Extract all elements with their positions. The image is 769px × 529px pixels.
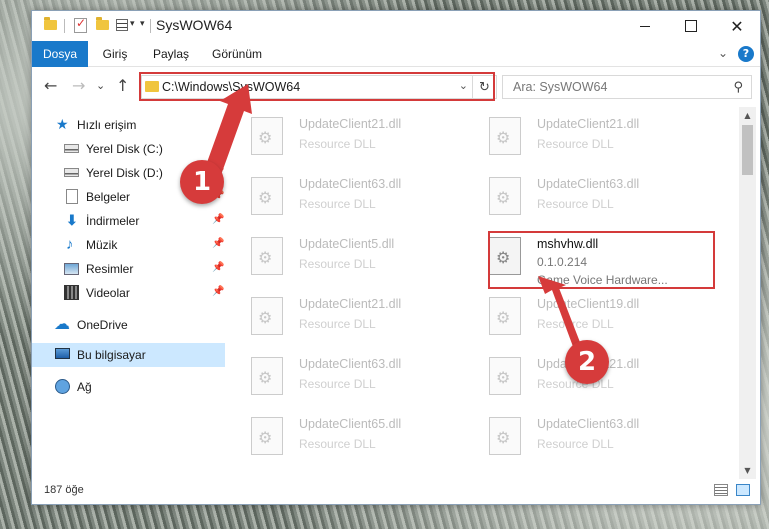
step-marker-2: 2 <box>565 340 609 384</box>
arrow-to-address-bar <box>205 84 252 175</box>
step-marker-1: 1 <box>180 160 224 204</box>
annotation-arrows <box>205 84 583 352</box>
arrow-to-dll-file <box>538 276 583 352</box>
